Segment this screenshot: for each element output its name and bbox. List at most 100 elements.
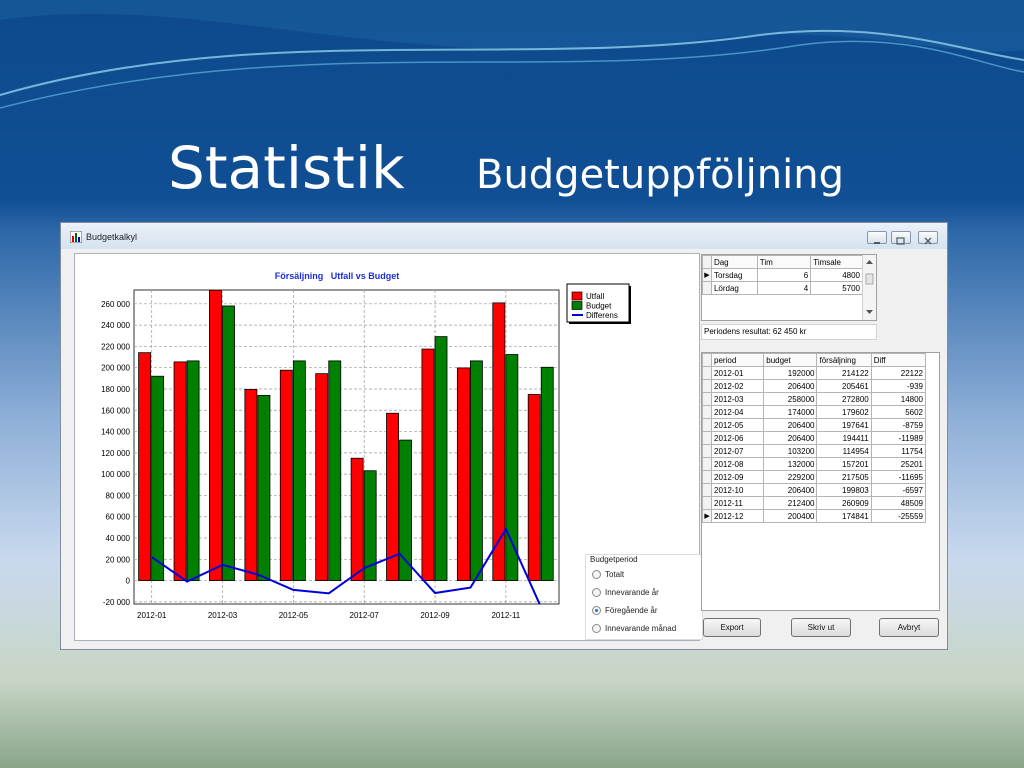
radio-circle[interactable] (592, 587, 601, 597)
table-cell[interactable]: 229200 (763, 470, 818, 484)
table-cell[interactable]: 179602 (816, 405, 872, 419)
table-cell[interactable]: 192000 (763, 366, 818, 380)
table-cell[interactable]: 2012-02 (711, 379, 765, 393)
column-header[interactable]: försäljning (816, 353, 872, 367)
table-cell[interactable]: 2012-06 (711, 431, 765, 445)
table-cell[interactable]: 2012-07 (711, 444, 765, 458)
table-cell[interactable]: 260909 (816, 496, 872, 510)
table-cell[interactable]: 272800 (816, 392, 872, 406)
radio-circle-selected[interactable] (592, 605, 601, 615)
export-button[interactable]: Export (703, 618, 761, 637)
table-row[interactable]: 2012-07 103200 114954 11754 (702, 444, 927, 458)
radio-innevarande-ar[interactable]: Innevarande år (592, 585, 659, 599)
radio-innevarande-manad[interactable]: Innevarande månad (592, 621, 676, 635)
table-cell[interactable]: 4 (756, 281, 812, 295)
table-cell[interactable]: 2012-08 (711, 457, 765, 471)
table-cell[interactable]: 214122 (816, 366, 872, 380)
table-cell[interactable]: 2012-09 (711, 470, 765, 484)
budget-bar (434, 336, 448, 581)
x-tick-label: 2012-07 (350, 611, 380, 620)
table-cell[interactable]: 2012-11 (711, 496, 765, 510)
table-header-row: period budget försäljning Diff (702, 353, 927, 367)
table-cell[interactable]: 2012-05 (711, 418, 765, 432)
vertical-scrollbar[interactable] (862, 255, 876, 320)
table-cell[interactable]: 5700 (810, 281, 863, 295)
table-cell[interactable]: 14800 (870, 392, 927, 406)
cancel-button[interactable]: Avbryt (879, 618, 939, 637)
table-cell[interactable]: 206400 (763, 379, 818, 393)
radio-foregaende-ar[interactable]: Föregående år (592, 603, 657, 617)
budget-period-title: Budgetperiod (590, 555, 638, 564)
table-row[interactable]: 2012-02 206400 205461 -939 (702, 379, 927, 393)
close-button[interactable] (918, 231, 938, 245)
table-row[interactable]: ▶ Torsdag 6 4800 (702, 268, 863, 282)
table-cell[interactable]: 5602 (870, 405, 927, 419)
minimize-button[interactable] (867, 231, 887, 244)
table-cell[interactable]: Torsdag (710, 268, 758, 282)
column-header[interactable]: Tim (756, 255, 812, 269)
table-cell[interactable]: 197641 (816, 418, 872, 432)
table-cell[interactable]: 11754 (870, 444, 927, 458)
table-cell[interactable]: 2012-04 (711, 405, 765, 419)
table-cell[interactable]: -939 (870, 379, 927, 393)
table-row[interactable]: 2012-03 258000 272800 14800 (702, 392, 927, 406)
utfall-bar (173, 361, 187, 581)
table-cell[interactable]: 114954 (816, 444, 872, 458)
table-cell[interactable]: 212400 (763, 496, 818, 510)
table-cell[interactable]: 2012-01 (711, 366, 765, 380)
table-cell[interactable]: 205461 (816, 379, 872, 393)
column-header[interactable]: budget (763, 353, 818, 367)
table-cell[interactable]: 206400 (763, 483, 818, 497)
title-bar[interactable]: Budgetkalkyl (61, 223, 947, 249)
table-cell[interactable]: 174000 (763, 405, 818, 419)
table-cell[interactable]: 206400 (763, 431, 818, 445)
table-cell[interactable]: 4800 (810, 268, 863, 282)
utfall-bar (421, 348, 435, 581)
column-header[interactable]: period (711, 353, 765, 367)
table-cell[interactable]: 217505 (816, 470, 872, 484)
table-row[interactable]: 2012-11 212400 260909 48509 (702, 496, 927, 510)
table-cell[interactable]: 103200 (763, 444, 818, 458)
table-cell[interactable]: 194411 (816, 431, 872, 445)
table-cell[interactable]: 48509 (870, 496, 927, 510)
table-row[interactable]: 2012-04 174000 179602 5602 (702, 405, 927, 419)
column-header[interactable]: Timsale (810, 255, 863, 269)
table-cell[interactable]: 206400 (763, 418, 818, 432)
table-cell[interactable]: -6597 (870, 483, 927, 497)
table-cell[interactable]: -25559 (870, 509, 927, 523)
table-cell[interactable]: 132000 (763, 457, 818, 471)
maximize-button[interactable] (891, 231, 911, 245)
y-tick-label: 20 000 (106, 555, 131, 564)
table-cell[interactable]: -11989 (870, 431, 927, 445)
radio-circle[interactable] (592, 623, 601, 633)
table-cell[interactable]: 258000 (763, 392, 818, 406)
budget-bar (222, 305, 235, 581)
table-row[interactable]: 2012-05 206400 197641 -8759 (702, 418, 927, 432)
table-row[interactable]: 2012-10 206400 199803 -6597 (702, 483, 927, 497)
budget-period-group: Budgetperiod Totalt Innevarande år Föreg… (585, 554, 703, 640)
table-cell[interactable]: 25201 (870, 457, 927, 471)
table-cell[interactable]: Lördag (710, 281, 758, 295)
table-row[interactable]: ▶ 2012-12 200400 174841 -25559 (702, 509, 927, 523)
table-cell[interactable]: 2012-12 (711, 509, 765, 523)
print-button[interactable]: Skriv ut (791, 618, 851, 637)
radio-circle[interactable] (592, 569, 601, 579)
column-header[interactable]: Diff (870, 353, 927, 367)
table-row[interactable]: 2012-06 206400 194411 -11989 (702, 431, 927, 445)
table-cell[interactable]: -8759 (870, 418, 927, 432)
table-cell[interactable]: -11695 (870, 470, 927, 484)
column-header[interactable]: Dag (710, 255, 758, 269)
table-cell[interactable]: 199803 (816, 483, 872, 497)
radio-totalt[interactable]: Totalt (592, 567, 624, 581)
table-row[interactable]: 2012-01 192000 214122 22122 (702, 366, 927, 380)
table-cell[interactable]: 6 (756, 268, 812, 282)
table-cell[interactable]: 200400 (763, 509, 818, 523)
table-row[interactable]: 2012-08 132000 157201 25201 (702, 457, 927, 471)
table-row[interactable]: Lördag 4 5700 (702, 281, 863, 295)
table-cell[interactable]: 2012-10 (711, 483, 765, 497)
table-cell[interactable]: 2012-03 (711, 392, 765, 406)
table-cell[interactable]: 22122 (870, 366, 927, 380)
table-cell[interactable]: 174841 (816, 509, 872, 523)
table-cell[interactable]: 157201 (816, 457, 872, 471)
table-row[interactable]: 2012-09 229200 217505 -11695 (702, 470, 927, 484)
